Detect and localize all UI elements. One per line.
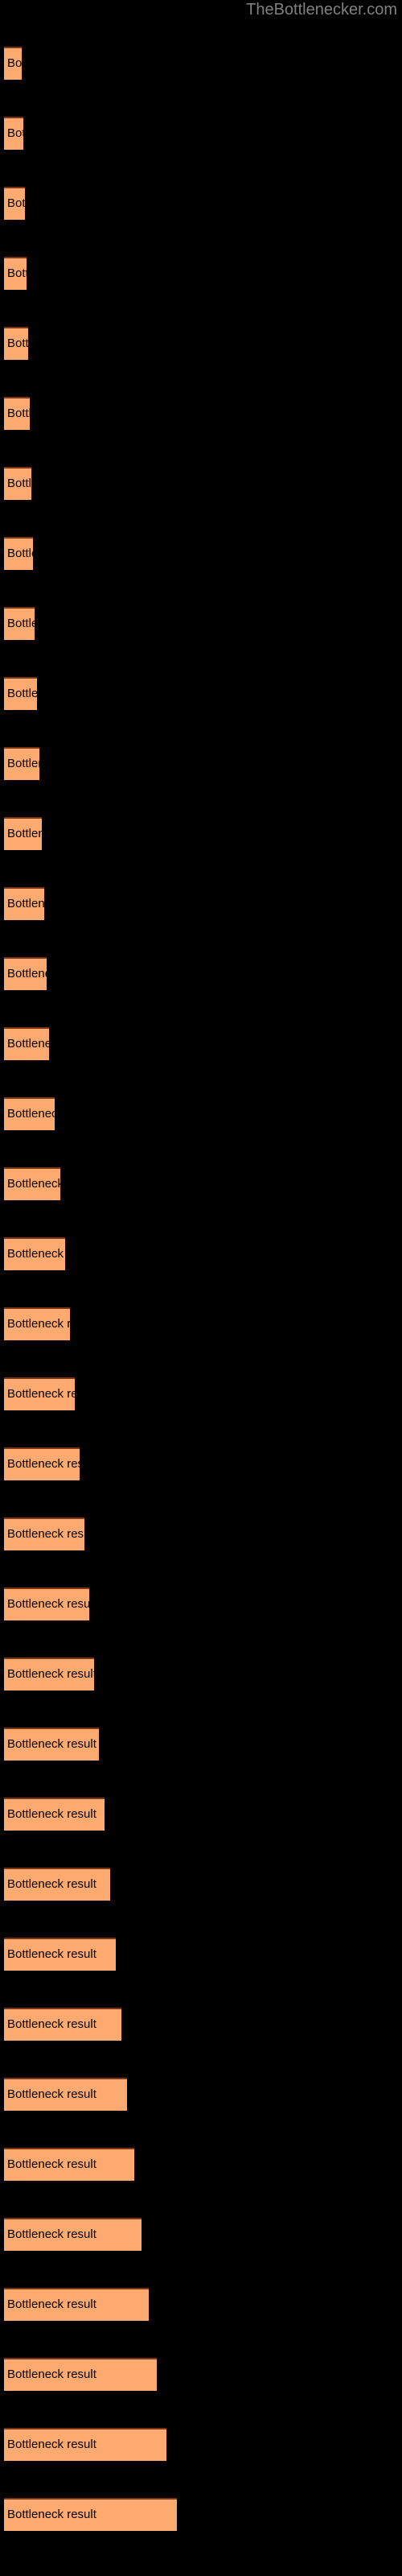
bar-label: Bottleneck result <box>7 2227 96 2241</box>
bar[interactable]: Bottleneck result <box>4 747 39 780</box>
bar[interactable]: Bottleneck result <box>4 327 28 360</box>
bar[interactable]: Bottleneck result <box>4 187 25 220</box>
bar-label: Bottleneck result <box>7 2438 96 2451</box>
bar-label: Bottleneck result <box>7 1667 94 1681</box>
bar[interactable]: Bottleneck result <box>4 607 35 640</box>
bar-label: Bottleneck result <box>7 1457 80 1471</box>
bar[interactable]: Bottleneck result <box>4 397 30 430</box>
bar-label: Bottleneck result <box>7 1317 70 1331</box>
bar[interactable]: Bottleneck result <box>4 1728 99 1761</box>
bar-label: Bottleneck result <box>7 1527 84 1541</box>
bar[interactable]: Bottleneck result <box>4 957 47 990</box>
bar-label: Bottleneck result <box>7 967 47 980</box>
bar[interactable]: Bottleneck result <box>4 1237 65 1270</box>
bar[interactable]: Bottleneck result <box>4 47 22 80</box>
bar[interactable]: Bottleneck result <box>4 1938 116 1971</box>
bar[interactable]: Bottleneck result <box>4 1798 105 1831</box>
bar[interactable]: Bottleneck result <box>4 1517 84 1550</box>
bar[interactable]: Bottleneck result <box>4 2498 177 2531</box>
bar-label: Bottleneck result <box>7 547 33 560</box>
bar-label: Bottleneck result <box>7 2508 96 2521</box>
bar[interactable]: Bottleneck result <box>4 1097 55 1130</box>
bar-label: Bottleneck result <box>7 1247 65 1261</box>
bar[interactable]: Bottleneck result <box>4 257 27 290</box>
bar[interactable]: Bottleneck result <box>4 117 23 150</box>
bar-label: Bottleneck result <box>7 1107 55 1121</box>
bar[interactable]: Bottleneck result <box>4 887 44 920</box>
bar[interactable]: Bottleneck result <box>4 1167 60 1200</box>
bar[interactable]: Bottleneck result <box>4 1868 110 1901</box>
bar-label: Bottleneck result <box>7 2368 96 2381</box>
bar[interactable]: Bottleneck result <box>4 1307 70 1340</box>
bar-label: Bottleneck result <box>7 2157 96 2171</box>
bar[interactable]: Bottleneck result <box>4 537 33 570</box>
bar-label: Bottleneck result <box>7 2087 96 2101</box>
bar-label: Bottleneck result <box>7 1807 96 1821</box>
bar[interactable]: Bottleneck result <box>4 2148 134 2181</box>
bar-label: Bottleneck result <box>7 1177 60 1191</box>
bar[interactable]: Bottleneck result <box>4 2358 157 2391</box>
bar-label: Bottleneck result <box>7 126 23 140</box>
bar-label: Bottleneck result <box>7 56 22 70</box>
bar-label: Bottleneck result <box>7 687 37 700</box>
bar[interactable]: Bottleneck result <box>4 1377 75 1410</box>
bar-label: Bottleneck result <box>7 477 31 490</box>
bar-label: Bottleneck result <box>7 617 35 630</box>
bar[interactable]: Bottleneck result <box>4 817 42 850</box>
bottleneck-bar-chart: TheBottlenecker.com Bottleneck resultBot… <box>0 0 402 2576</box>
bar-label: Bottleneck result <box>7 407 30 420</box>
bar-label: Bottleneck result <box>7 1037 49 1051</box>
bar[interactable]: Bottleneck result <box>4 1447 80 1480</box>
bar[interactable]: Bottleneck result <box>4 2078 127 2111</box>
bar-label: Bottleneck result <box>7 757 39 770</box>
bar[interactable]: Bottleneck result <box>4 1657 94 1690</box>
bar[interactable]: Bottleneck result <box>4 2288 149 2321</box>
bar-series-container: Bottleneck result Bottleneck result Bottle… <box>0 0 402 2576</box>
bar-label: Bottleneck result <box>7 827 42 840</box>
bar[interactable]: Bottleneck result <box>4 1587 89 1620</box>
bar-label: Bottleneck result <box>7 266 27 280</box>
bar[interactable]: Bottleneck result <box>4 1027 49 1060</box>
bar-label: Bottleneck result <box>7 2017 96 2031</box>
bar[interactable]: Bottleneck result <box>4 2008 121 2041</box>
bar-label: Bottleneck result <box>7 196 25 210</box>
bar[interactable]: Bottleneck result <box>4 677 37 710</box>
bar-label: Bottleneck result <box>7 1877 96 1891</box>
bar-label: Bottleneck result <box>7 1737 96 1751</box>
bar-label: Bottleneck result <box>7 336 28 350</box>
bar-label: Bottleneck result <box>7 2297 96 2311</box>
bar-label: Bottleneck result <box>7 897 44 910</box>
bar[interactable]: Bottleneck result <box>4 2428 166 2461</box>
bar-label: Bottleneck result <box>7 1947 96 1961</box>
bar-label: Bottleneck result <box>7 1597 89 1611</box>
bar[interactable]: Bottleneck result <box>4 467 31 500</box>
bar-label: Bottleneck result <box>7 1387 75 1401</box>
bar[interactable]: Bottleneck result <box>4 2218 142 2251</box>
